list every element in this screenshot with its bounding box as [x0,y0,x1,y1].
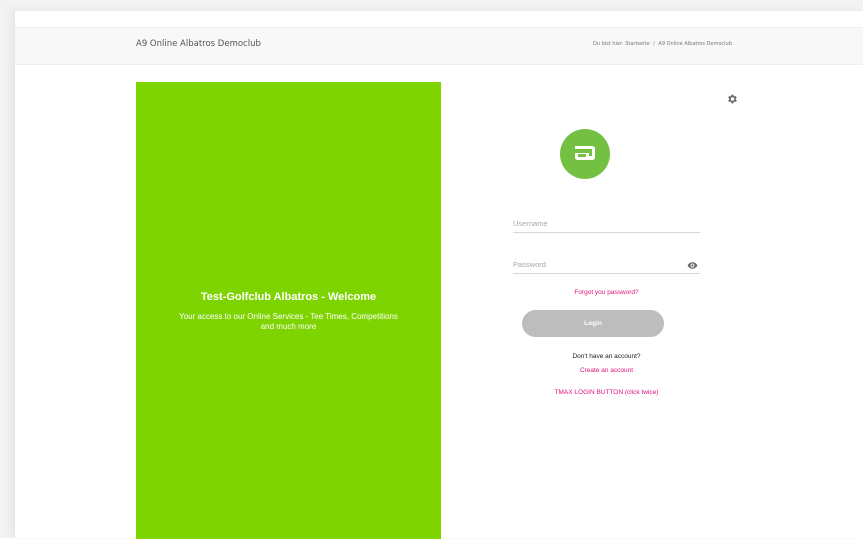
username-field [513,213,700,233]
tmax-login-button[interactable]: TMAX LOGIN BUTTON (click twice) [513,389,700,396]
eye-icon[interactable] [687,258,698,269]
breadcrumb-separator: / [653,41,655,47]
breadcrumb: Du bist hier: Startseite / A9 Online Alb… [593,41,732,47]
gear-icon[interactable] [726,92,738,104]
no-account-text: Don't have an account? [572,353,641,360]
albatros-logo-icon [560,129,610,179]
create-account-link[interactable]: Create an account [513,367,700,374]
welcome-title: Test-Golfclub Albatros - Welcome [200,291,377,303]
browser-frame: A9 Online Albatros Democlub Du bist hier… [0,0,863,539]
welcome-panel: Test-Golfclub Albatros - Welcome Your ac… [136,82,441,539]
forgot-password-link[interactable]: Forgot you password? [513,289,700,296]
breadcrumb-current: A9 Online Albatros Democlub [658,41,732,47]
header-bar: A9 Online Albatros Democlub Du bist hier… [15,27,863,65]
welcome-subtitle: Your access to our Online Services - Tee… [179,312,398,331]
page: A9 Online Albatros Democlub Du bist hier… [14,10,863,539]
username-input[interactable] [513,214,673,233]
password-field [513,254,700,274]
password-input[interactable] [513,255,673,274]
breadcrumb-prefix: Du bist hier: [593,41,624,47]
breadcrumb-link-home[interactable]: Startseite [625,41,649,47]
login-button[interactable]: Login [522,310,664,337]
site-title[interactable]: A9 Online Albatros Democlub [136,39,261,49]
